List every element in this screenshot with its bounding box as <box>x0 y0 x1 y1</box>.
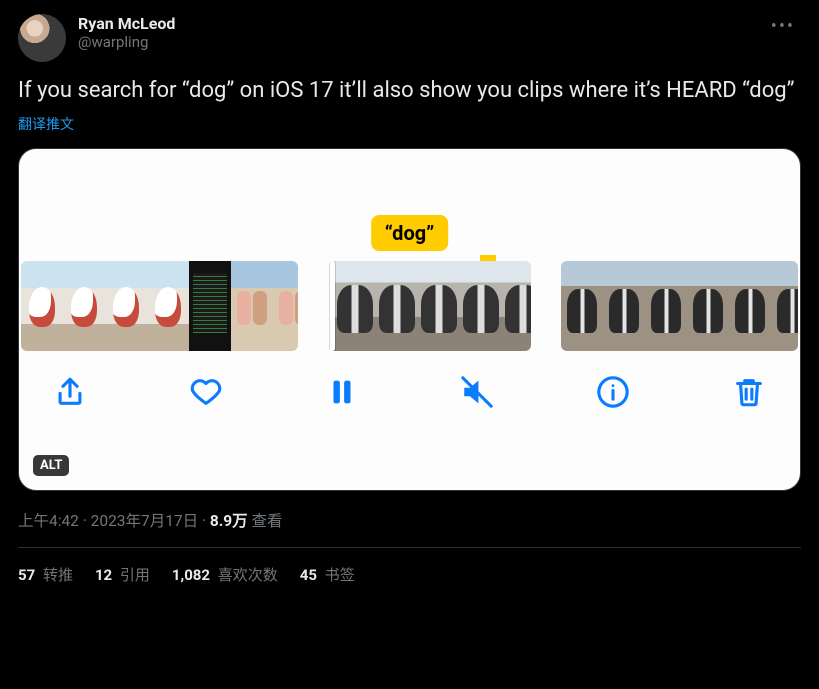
tweet-text: If you search for “dog” on iOS 17 it’ll … <box>18 76 801 106</box>
volume-off-icon[interactable] <box>460 375 494 409</box>
alt-badge[interactable]: ALT <box>33 455 69 476</box>
thumbnail <box>231 261 273 351</box>
thumbnail <box>147 261 189 351</box>
thumbnail <box>501 261 531 351</box>
playhead[interactable] <box>330 261 335 351</box>
thumbnail <box>105 261 147 351</box>
likes-stat[interactable]: 1,082 喜欢次数 <box>172 564 278 585</box>
thumbnail <box>729 261 771 351</box>
thumbnail <box>771 261 798 351</box>
tweet: Ryan McLeod @warpling ••• If you search … <box>0 0 819 585</box>
divider <box>18 547 801 548</box>
heart-icon[interactable] <box>189 375 223 409</box>
stats-row: 57 转推 12 引用 1,082 喜欢次数 45 书签 <box>18 564 801 585</box>
thumbnail <box>417 261 459 351</box>
search-term-bubble: “dog” <box>371 215 449 251</box>
media-card[interactable]: “dog” <box>18 148 801 491</box>
views-count: 8.9万 <box>210 512 248 530</box>
views-label: 查看 <box>248 512 283 530</box>
thumbnail <box>333 261 375 351</box>
media-top-area: “dog” <box>19 149 800 261</box>
bookmarks-stat[interactable]: 45 书签 <box>300 564 355 585</box>
tweet-header: Ryan McLeod @warpling ••• <box>18 14 801 62</box>
thumbnail <box>375 261 417 351</box>
tweet-meta[interactable]: 上午4:42 · 2023年7月17日 · 8.9万 查看 <box>18 509 801 531</box>
thumbnail <box>603 261 645 351</box>
author-block[interactable]: Ryan McLeod @warpling <box>78 14 753 51</box>
thumbnail <box>687 261 729 351</box>
trash-icon[interactable] <box>732 375 766 409</box>
thumbnail <box>189 261 231 351</box>
clip-group[interactable] <box>328 261 531 351</box>
media-toolbar <box>19 351 800 431</box>
display-name: Ryan McLeod <box>78 14 753 33</box>
thumbnail <box>273 261 298 351</box>
thumbnail <box>63 261 105 351</box>
thumbnail <box>645 261 687 351</box>
thumbnail <box>459 261 501 351</box>
quotes-stat[interactable]: 12 引用 <box>95 564 150 585</box>
clip-group[interactable] <box>21 261 298 351</box>
retweets-stat[interactable]: 57 转推 <box>18 564 73 585</box>
thumbnail <box>21 261 63 351</box>
pause-icon[interactable] <box>325 375 359 409</box>
tweet-time: 上午4:42 <box>18 512 79 530</box>
share-icon[interactable] <box>53 375 87 409</box>
tweet-date: 2023年7月17日 <box>91 512 198 530</box>
translate-link[interactable]: 翻译推文 <box>18 114 801 134</box>
video-filmstrip[interactable] <box>19 261 800 351</box>
avatar[interactable] <box>18 14 66 62</box>
info-icon[interactable] <box>596 375 630 409</box>
thumbnail <box>561 261 603 351</box>
more-button[interactable]: ••• <box>765 14 801 39</box>
clip-group[interactable] <box>561 261 798 351</box>
handle: @warpling <box>78 33 753 51</box>
